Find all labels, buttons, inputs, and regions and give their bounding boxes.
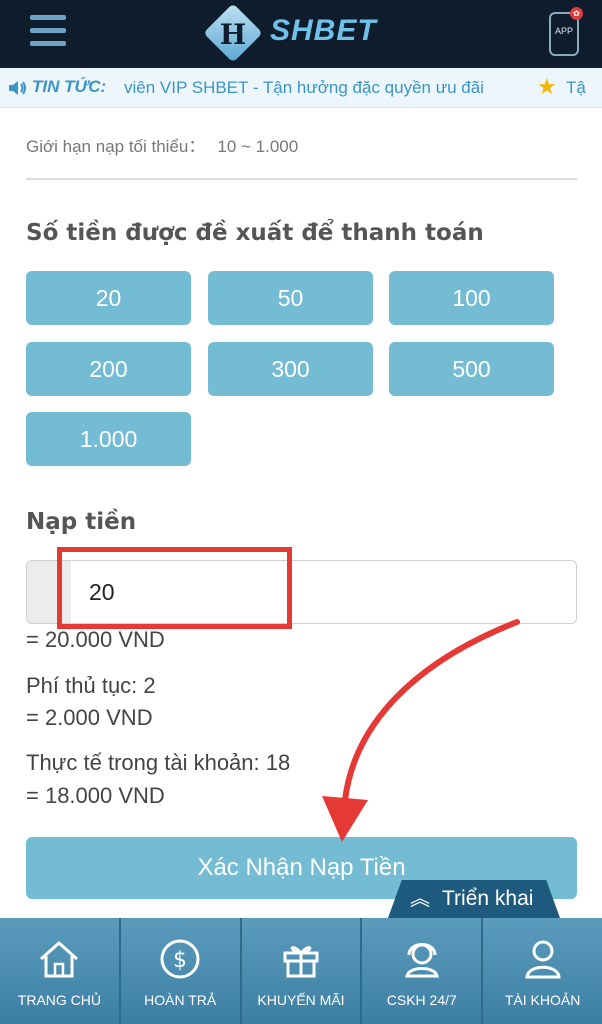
expand-tab[interactable]: ︽ Triển khai [388,880,560,918]
svg-text:$: $ [173,948,187,973]
gift-icon [283,946,319,978]
notification-badge-icon: ✿ [570,7,583,20]
converted-amount: = 20.000 VND [26,627,165,652]
logo-text: SHBET [270,14,377,47]
divider [26,178,577,180]
double-chevron-up-icon: ︽ [410,888,430,910]
logo-letter: H [219,18,247,51]
highlight-annotation-box [57,547,292,629]
fee-label: Phí thủ tục: 2 [26,673,156,698]
nav-label-support: CSKH 24/7 [386,992,457,1008]
user-icon [524,940,561,979]
nav-item-account[interactable]: TÀI KHOẢN [483,918,602,1024]
home-icon [40,941,79,978]
shbet-logo[interactable]: H SHBET [203,3,406,63]
suggested-amounts-title: Số tiền được đề xuất để thanh toán [26,220,484,246]
nav-label-home: TRANG CHỦ [17,992,102,1008]
nav-item-home[interactable]: TRANG CHỦ [0,918,121,1024]
amount-button-20[interactable]: 20 [26,271,191,325]
amount-button-50[interactable]: 50 [208,271,373,325]
speaker-icon [9,81,26,95]
deposit-input-title: Nạp tiền [26,509,137,535]
amount-button-200[interactable]: 200 [26,342,191,396]
fee-converted: = 2.000 VND [26,705,153,730]
min-limit-value: 10 ~ 1.000 [217,137,299,156]
nav-item-promotions[interactable]: KHUYẾN MÃI [242,918,363,1024]
bottom-navigation: TRANG CHỦ $ HOÀN TRẢ KHUYẾN MÃI CSKH 24/… [0,918,602,1024]
app-label: APP [554,26,573,36]
dollar-icon: $ [160,939,200,979]
nav-label-account: TÀI KHOẢN [504,992,581,1008]
amount-button-1000[interactable]: 1.000 [26,412,191,466]
support-icon [404,943,439,978]
top-header: H SHBET APP ✿ [0,0,602,68]
amount-button-300[interactable]: 300 [208,342,373,396]
expand-label: Triển khai [442,887,534,910]
ticker-text-next: Tậ [566,78,586,97]
actual-balance-converted: = 18.000 VND [26,783,165,808]
nav-item-rebate[interactable]: $ HOÀN TRẢ [121,918,242,1024]
deposit-page: H SHBET APP ✿ TIN TỨC: viên VIP SHBET - … [0,0,602,1024]
app-download-button[interactable]: APP ✿ [549,7,583,56]
min-limit-label: Giới hạn nạp tối thiểu： [26,137,206,156]
ticker-text: viên VIP SHBET - Tận hưởng đặc quyền ưu … [124,78,484,97]
amount-button-500[interactable]: 500 [389,342,554,396]
news-ticker[interactable]: TIN TỨC: viên VIP SHBET - Tận hưởng đặc … [0,68,602,108]
star-icon: ★ [537,75,557,100]
ticker-label: TIN TỨC: [32,77,107,96]
actual-balance-label: Thực tế trong tài khoản: 18 [26,750,291,775]
nav-label-rebate: HOÀN TRẢ [144,992,217,1008]
nav-item-support[interactable]: CSKH 24/7 [362,918,484,1024]
min-deposit-limit: Giới hạn nạp tối thiểu： 10 ~ 1.000 [26,132,298,157]
amount-button-100[interactable]: 100 [389,271,554,325]
nav-label-promotions: KHUYẾN MÃI [257,992,345,1008]
hamburger-menu-icon[interactable] [30,15,66,47]
